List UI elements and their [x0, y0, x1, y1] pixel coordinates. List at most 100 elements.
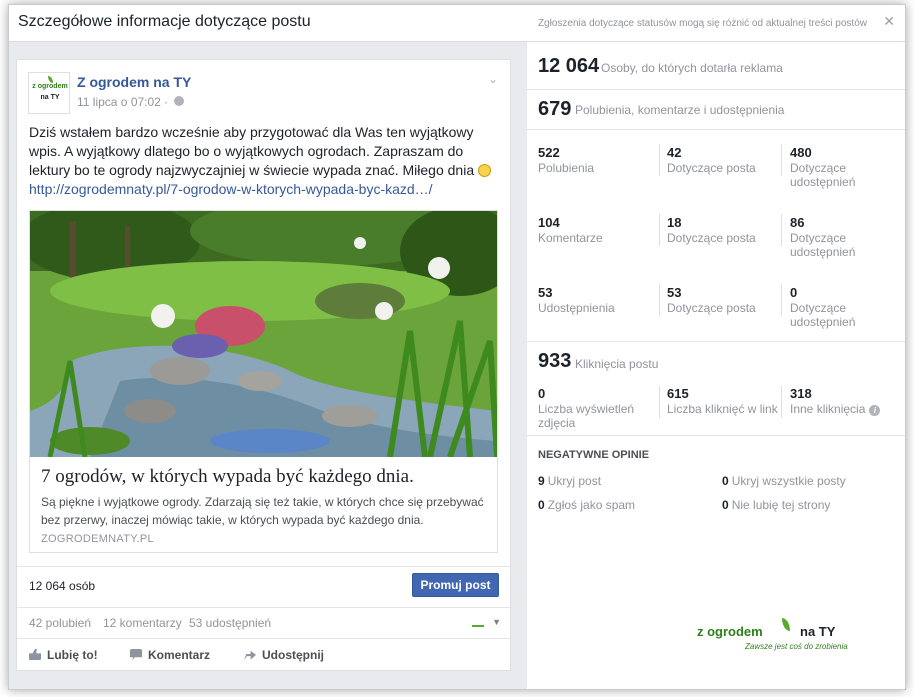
divider — [659, 214, 660, 246]
audience-icon[interactable] — [472, 618, 484, 627]
stat-value: 104 — [538, 215, 560, 230]
stat-shares-shares: 0 Dotyczące udostępnień — [790, 285, 890, 329]
stat-value: 615 — [667, 386, 689, 401]
like-button[interactable]: Lubię to! — [29, 648, 98, 662]
post-url-link[interactable]: http://zogrodemnaty.pl/7-ogrodow-w-ktory… — [29, 181, 433, 197]
stat-label: Inne kliknięcia i — [790, 402, 900, 416]
divider — [659, 144, 660, 176]
comment-button[interactable]: Komentarz — [130, 648, 210, 662]
negative-label: Ukryj wszystkie posty — [731, 474, 846, 488]
stat-label: Liczba wyświetleń zdjęcia — [538, 402, 635, 430]
stat-shares: 53 Udostępnienia — [538, 285, 658, 315]
attachment-description: Są piękne i wyjątkowe ogrody. Zdarzają s… — [41, 495, 484, 527]
reach-row: 12 064 osób Promuj post — [17, 566, 510, 606]
stat-label: Dotyczące posta — [667, 301, 756, 315]
stat-link-clicks: 615 Liczba kliknięć w link — [667, 386, 787, 416]
engagement-counts-row: 42 polubień 12 komentarzy 53 udostępnień… — [17, 607, 510, 637]
stat-value: 86 — [790, 215, 805, 230]
stat-label: Dotyczące udostępnień — [790, 161, 856, 189]
stat-value: 42 — [667, 145, 682, 160]
close-icon[interactable]: ✕ — [883, 13, 895, 29]
attachment-domain: ZOGRODEMNATY.PL — [41, 533, 154, 545]
stat-value: 0 — [790, 285, 798, 300]
reach-number: 12 064 — [538, 55, 600, 77]
engagement-label: Polubienia, komentarze i udostępnienia — [575, 103, 785, 117]
dialog-note: Zgłoszenia dotyczące statusów mogą się r… — [537, 18, 867, 29]
page-name-link[interactable]: Z ogrodem na TY — [77, 74, 191, 90]
avatar-text-line1: z ogrodem — [32, 83, 68, 90]
stat-label-text: Inne kliknięcia — [790, 402, 866, 416]
stat-label: Polubienia — [538, 161, 595, 175]
globe-icon — [174, 96, 184, 106]
leaf-icon — [48, 76, 53, 83]
promote-post-button[interactable]: Promuj post — [412, 573, 499, 597]
post-text: Dziś wstałem bardzo wcześnie aby przygot… — [29, 123, 494, 199]
stat-value: 480 — [790, 145, 812, 160]
likes-count-link[interactable]: 42 polubień — [29, 616, 91, 630]
engagement-number: 679 — [538, 98, 572, 120]
stat-shares-post: 53 Dotyczące posta — [667, 285, 787, 315]
reach-stat: 12 064 Osoby, do których dotarła reklama — [527, 42, 905, 90]
stat-label: Liczba kliknięć w link — [667, 402, 778, 416]
stat-comments-shares: 86 Dotyczące udostępnień — [790, 215, 890, 259]
leaf-icon — [782, 618, 790, 631]
negative-label: Ukryj post — [547, 474, 602, 488]
avatar-text-line2: na TY — [40, 94, 60, 101]
negative-value: 9 — [538, 474, 545, 488]
stat-value: 522 — [538, 145, 560, 160]
negative-label: Nie lubię tej strony — [731, 498, 831, 512]
post-body: Dziś wstałem bardzo wcześnie aby przygot… — [29, 124, 475, 178]
stat-label: Dotyczące posta — [667, 161, 756, 175]
smiley-icon — [478, 164, 491, 177]
negative-value: 0 — [722, 498, 729, 512]
divider — [659, 284, 660, 316]
comment-icon — [130, 649, 142, 660]
actions-row: Lubię to! Komentarz Udostępnij — [17, 638, 510, 671]
post-details-dialog: Szczegółowe informacje dotyczące postu Z… — [8, 4, 906, 690]
share-button[interactable]: Udostępnij — [244, 648, 324, 662]
brand-logo: z ogrodem na TY Zawsze jest coś do zrobi… — [697, 618, 877, 660]
reach-count: 12 064 osób — [29, 579, 96, 593]
stat-value: 53 — [667, 285, 682, 300]
stat-comments-post: 18 Dotyczące posta — [667, 215, 787, 245]
link-attachment[interactable]: 7 ogrodów, w których wypada być każdego … — [29, 210, 498, 553]
negative-hide-all: 0 Ukryj wszystkie posty — [722, 474, 846, 488]
page-avatar[interactable]: z ogrodem na TY — [28, 72, 70, 114]
stat-likes: 522 Polubienia — [538, 145, 658, 175]
post-timestamp[interactable]: 11 lipca o 07:02 · — [77, 95, 168, 109]
negative-unlike-page: 0 Nie lubię tej strony — [722, 498, 830, 512]
comment-label: Komentarz — [148, 648, 211, 662]
reach-label: Osoby, do których dotarła reklama — [601, 61, 783, 75]
garden-photo — [30, 211, 497, 457]
dialog-header: Szczegółowe informacje dotyczące postu Z… — [9, 5, 905, 41]
chevron-down-icon[interactable]: ⌄ — [488, 72, 498, 86]
engagement-stat: 679 Polubienia, komentarze i udostępnien… — [527, 90, 905, 130]
share-label: Udostępnij — [262, 648, 324, 662]
stat-label: Dotyczące posta — [667, 231, 756, 245]
clicks-label: Kliknięcia postu — [575, 357, 659, 371]
stat-likes-post: 42 Dotyczące posta — [667, 145, 787, 175]
post-card: z ogrodem na TY Z ogrodem na TY 11 lipca… — [16, 59, 511, 671]
stat-value: 318 — [790, 386, 812, 401]
negative-hide-post: 9 Ukryj post — [538, 474, 601, 488]
negative-value: 0 — [538, 498, 545, 512]
divider — [659, 386, 660, 418]
negative-report-spam: 0 Zgłoś jako spam — [538, 498, 635, 512]
share-icon — [244, 650, 256, 660]
negative-label: Zgłoś jako spam — [547, 498, 636, 512]
post-preview-pane: z ogrodem na TY Z ogrodem na TY 11 lipca… — [9, 41, 527, 689]
thumbs-up-icon — [29, 649, 41, 660]
caret-down-icon[interactable]: ▼ — [492, 617, 501, 627]
stat-other-clicks: 318 Inne kliknięcia i — [790, 386, 900, 416]
engagement-breakdown: 522 Polubienia 42 Dotyczące posta 480 Do… — [527, 130, 905, 342]
stat-value: 53 — [538, 285, 553, 300]
clicks-number: 933 — [538, 350, 572, 372]
attachment-title[interactable]: 7 ogrodów, w których wypada być każdego … — [41, 466, 414, 488]
stat-label: Udostępnienia — [538, 301, 615, 315]
shares-count-link[interactable]: 53 udostępnień — [189, 616, 271, 630]
stat-value: 18 — [667, 215, 682, 230]
comments-count-link[interactable]: 12 komentarzy — [103, 616, 182, 630]
brand-name-part2: na TY — [800, 624, 836, 639]
info-icon[interactable]: i — [869, 405, 881, 416]
stat-label: Dotyczące udostępnień — [790, 301, 856, 329]
